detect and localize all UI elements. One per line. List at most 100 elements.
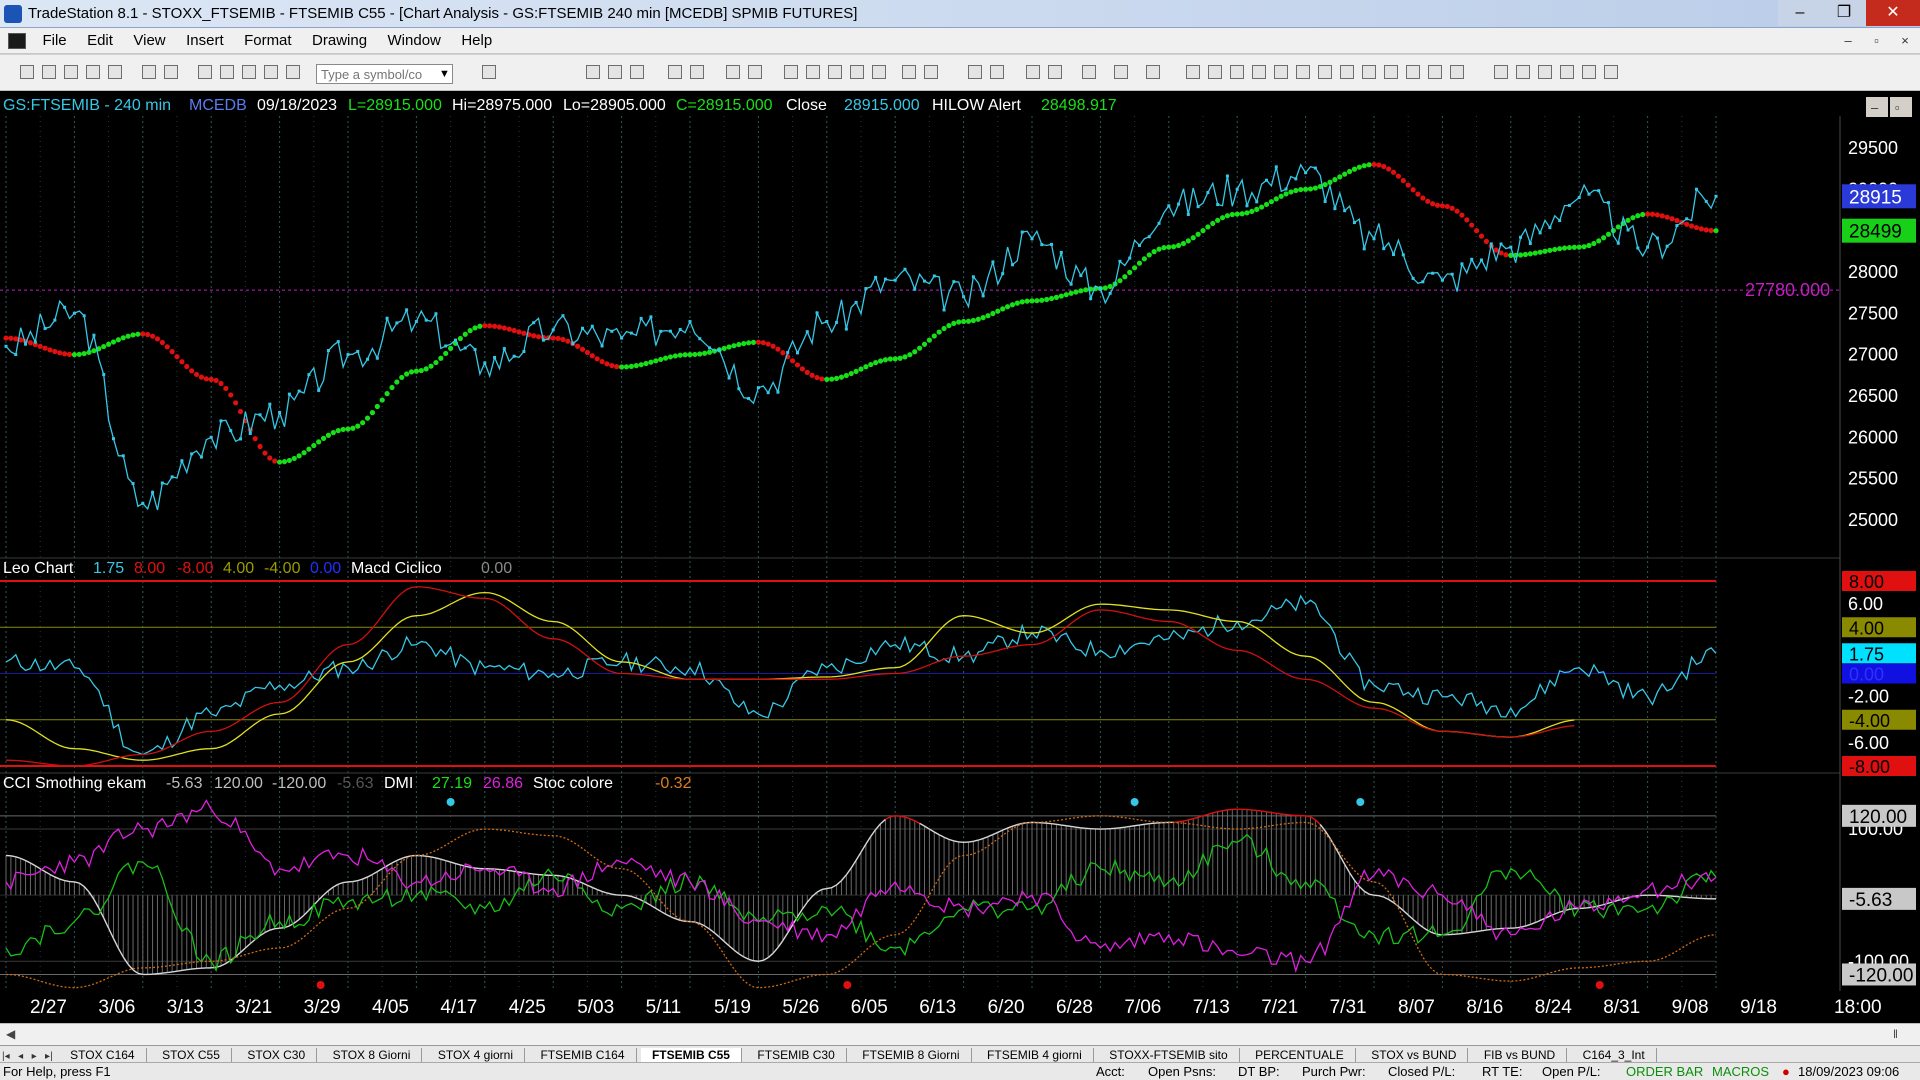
macros-button[interactable]: MACROS [1712,1063,1769,1080]
tab-ftsemib-c55[interactable]: FTSEMIB C55 [640,1048,742,1062]
tab-stox-8-giorni[interactable]: STOX 8 Giorni [322,1048,423,1062]
menu-view[interactable]: View [125,28,173,54]
tab-stox-c30[interactable]: STOX C30 [236,1048,318,1062]
scroll-left-icon[interactable] [902,65,916,79]
inner-restore-button[interactable] [1890,97,1912,117]
rectangle-icon[interactable] [1582,65,1596,79]
insert-strategy-icon[interactable] [748,65,762,79]
hilow-dot [1390,169,1397,175]
tab-stox-vs-bund[interactable]: STOX vs BUND [1360,1048,1469,1062]
menu-format[interactable]: Format [236,28,300,54]
tab-stoxx-ftsemib-sito[interactable]: STOXX-FTSEMIB sito [1098,1048,1240,1062]
menu-help[interactable]: Help [453,28,500,54]
tools-icon[interactable] [264,65,278,79]
pen-icon[interactable] [1450,65,1464,79]
new-window-icon[interactable] [86,65,100,79]
data-window-icon[interactable] [806,65,820,79]
arrow-tool-icon[interactable] [1384,65,1398,79]
cci-series-segment [1285,813,1292,816]
chart-style-icon[interactable] [784,65,798,79]
delete-drawing-icon[interactable] [1146,65,1160,79]
open-workspace-icon[interactable] [64,65,78,79]
pointer-icon[interactable] [1026,65,1040,79]
arc-icon[interactable] [1428,65,1442,79]
vertical-lines-icon[interactable] [1208,65,1222,79]
insert-analysis-icon[interactable] [726,65,740,79]
globe-icon[interactable] [286,65,300,79]
candle-chart-icon[interactable] [850,65,864,79]
tab-stox-c55[interactable]: STOX C55 [151,1048,232,1062]
chart-canvas[interactable]: – ▫ GS:FTSEMIB - 240 min MCEDB 09/18/202… [0,91,1920,1023]
tab-c164-3-int[interactable]: C164_3_Int [1572,1048,1657,1062]
tab-ftsemib-8-giorni[interactable]: FTSEMIB 8 Giorni [851,1048,972,1062]
chart-analysis-window[interactable]: – ▫ GS:FTSEMIB - 240 min MCEDB 09/18/202… [0,91,1920,1023]
trendline-icon[interactable] [1186,65,1200,79]
refresh-chart-icon[interactable] [690,65,704,79]
menu-insert[interactable]: Insert [178,28,232,54]
zoom-out-icon[interactable] [990,65,1004,79]
horizontal-lines-icon[interactable] [1230,65,1244,79]
tab-ftsemib-c164[interactable]: FTSEMIB C164 [529,1048,637,1062]
fibonacci-icon[interactable] [1296,65,1310,79]
scroll-thumb-icon[interactable]: ‖ [1893,1027,1898,1041]
save-icon[interactable] [142,65,156,79]
tab-stox-4-giorni[interactable]: STOX 4 giorni [427,1048,526,1062]
window-alt-icon[interactable] [220,65,234,79]
scroll-right-icon[interactable] [924,65,938,79]
crosshair-icon[interactable] [1048,65,1062,79]
tab-stox-c164[interactable]: STOX C164 [59,1048,147,1062]
speed-lines-icon[interactable] [1318,65,1332,79]
cycle-lines-icon[interactable] [1340,65,1354,79]
zoom-in-icon[interactable] [968,65,982,79]
folder-icon[interactable] [108,65,122,79]
tab-prev-icon[interactable]: ◂ [16,1049,25,1062]
minimize-button[interactable]: ‒ [1778,0,1822,26]
new-file-icon[interactable] [20,65,34,79]
leo-axis-box-label: -8.00 [1849,757,1890,777]
curve-tool-icon[interactable] [1494,65,1508,79]
horizontal-scrollbar[interactable]: ◀ ‖ [0,1023,1920,1045]
gann-fan-icon[interactable] [1362,65,1376,79]
mdi-close-button[interactable]: × [1894,31,1916,51]
drawing-tools-icon[interactable] [1082,65,1096,79]
menu-drawing[interactable]: Drawing [304,28,375,54]
line-chart-icon[interactable] [668,65,682,79]
volume-icon[interactable] [872,65,886,79]
chart-document-icon[interactable] [8,33,26,49]
channel-icon[interactable] [1252,65,1266,79]
bar-chart-icon[interactable] [828,65,842,79]
matrix-icon[interactable] [630,65,644,79]
properties-icon[interactable] [1114,65,1128,79]
symbol-dropdown-icon[interactable]: ▼ [436,64,453,84]
tab-next-icon[interactable]: ▸ [30,1049,39,1062]
scroll-left-arrow-icon[interactable]: ◀ [6,1027,15,1041]
lock-icon[interactable] [242,65,256,79]
tab-first-icon[interactable]: |◂ [0,1049,12,1062]
text-tool-icon[interactable] [1604,65,1618,79]
window-icon[interactable] [198,65,212,79]
mdi-restore-button[interactable]: ▫ [1866,31,1888,51]
menu-edit[interactable]: Edit [79,28,121,54]
close-button[interactable]: ✕ [1866,0,1920,26]
ellipse-icon[interactable] [1560,65,1574,79]
tab-percentuale[interactable]: PERCENTUALE [1244,1048,1356,1062]
radar-screen-icon[interactable] [608,65,622,79]
open-file-icon[interactable] [42,65,56,79]
symbol-input[interactable] [316,64,453,84]
order-bar-button[interactable]: ORDER BAR [1626,1063,1703,1080]
chart-window-icon[interactable] [586,65,600,79]
print-icon[interactable] [164,65,178,79]
tab-ftsemib-c30[interactable]: FTSEMIB C30 [746,1048,847,1062]
arrow-up-icon[interactable] [1538,65,1552,79]
menu-window[interactable]: Window [380,28,449,54]
tab-ftsemib-4-giorni[interactable]: FTSEMIB 4 giorni [976,1048,1094,1062]
tab-last-icon[interactable]: ▸| [43,1049,55,1062]
maximize-button[interactable]: ❐ [1822,0,1866,26]
find-symbol-icon[interactable] [482,65,496,79]
fan-lines-icon[interactable] [1274,65,1288,79]
mdi-minimize-button[interactable]: – [1837,31,1859,51]
arrow-down-icon[interactable] [1516,65,1530,79]
menu-file[interactable]: File [34,28,74,54]
parallel-lines-icon[interactable] [1406,65,1420,79]
tab-fib-vs-bund[interactable]: FIB vs BUND [1473,1048,1568,1062]
